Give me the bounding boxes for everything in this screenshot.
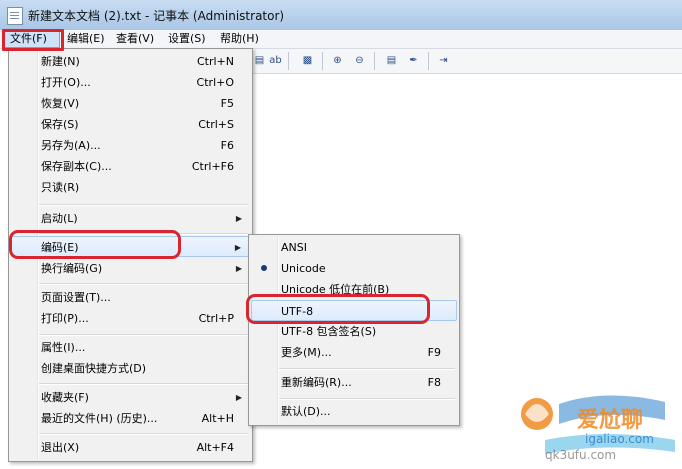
menu-item-shortcut: Alt+H [201,412,234,425]
zoom-out-icon[interactable]: ⊖ [352,53,367,68]
notepad-icon [7,7,23,25]
encoding-reencode[interactable]: 重新编码(R)... F8 [251,372,457,393]
exit-icon[interactable]: ⇥ [436,53,451,68]
menu-item-shortcut: Ctrl+F6 [191,160,234,173]
insert-icon[interactable]: ▩ [300,53,315,68]
menu-item-label: UTF-8 包含签名(S) [281,325,377,338]
menu-bar: 文件(F) 编辑(E) 查看(V) 设置(S) 帮助(H) [0,30,682,49]
menu-item-properties[interactable]: 属性(I)... [11,337,250,358]
encoding-more[interactable]: 更多(M)... F9 [251,342,457,363]
menu-item-line-ending[interactable]: 换行编码(G) ▶ [11,258,250,279]
submenu-arrow-icon: ▶ [235,264,242,273]
menu-item-launch[interactable]: 启动(L) ▶ [11,208,250,229]
submenu-arrow-icon: ▶ [235,214,242,223]
menu-item-label: 另存为(A)... [41,139,101,152]
submenu-arrow-icon: ▶ [234,243,241,252]
menu-item-print[interactable]: 打印(P)... Ctrl+P [11,308,250,329]
menu-item-read-only[interactable]: 只读(R) [11,177,250,198]
menu-separator [39,283,248,285]
menu-item-shortcut: Alt+F4 [196,441,234,454]
menu-view[interactable]: 查看(V) [111,30,159,48]
menu-item-new[interactable]: 新建(N) Ctrl+N [11,51,250,72]
pen-icon[interactable]: ✒ [406,53,421,68]
menu-item-label: 收藏夹(F) [41,391,89,404]
radio-selected-icon [261,265,267,271]
view-icon[interactable]: ▤ [384,53,399,68]
menu-item-save-as[interactable]: 另存为(A)... F6 [11,135,250,156]
menu-item-shortcut: F9 [427,346,441,359]
zoom-in-icon[interactable]: ⊕ [330,53,345,68]
menu-item-recent-files[interactable]: 最近的文件(H) (历史)... Alt+H [11,408,250,429]
menu-item-label: 换行编码(G) [41,262,103,275]
menu-settings[interactable]: 设置(S) [163,30,211,48]
watermark: 爱尬聊 igaliao.com qk3ufu.com [515,380,682,466]
annotation-ring-encoding [9,230,181,259]
encoding-utf8-bom[interactable]: UTF-8 包含签名(S) [251,321,457,342]
menu-item-shortcut: F6 [220,139,234,152]
submenu-arrow-icon: ▶ [235,393,242,402]
window-title: 新建文本文档 (2).txt - 记事本 (Administrator) [28,9,285,23]
menu-item-shortcut: Ctrl+O [196,76,234,89]
annotation-ring-file-menu [2,29,64,51]
menu-item-revert[interactable]: 恢复(V) F5 [11,93,250,114]
menu-item-label: 恢复(V) [41,97,80,110]
menu-item-label: 更多(M)... [281,346,332,359]
watermark-text-2: igaliao.com [585,432,654,446]
menu-help[interactable]: 帮助(H) [215,30,264,48]
menu-item-label: 页面设置(T)... [41,291,111,304]
toolbar-separator [288,52,289,70]
menu-edit[interactable]: 编辑(E) [62,30,110,48]
menu-item-label: 只读(R) [41,181,80,194]
encoding-default[interactable]: 默认(D)... [251,401,457,422]
menu-item-label: 退出(X) [41,441,80,454]
menu-item-label: 保存(S) [41,118,79,131]
menu-item-favorites[interactable]: 收藏夹(F) ▶ [11,387,250,408]
menu-separator [39,334,248,336]
menu-separator [39,383,248,385]
spell-check-icon[interactable]: ab [268,53,283,68]
menu-item-exit[interactable]: 退出(X) Alt+F4 [11,437,250,458]
encoding-unicode[interactable]: Unicode [251,258,457,279]
annotation-ring-utf8 [246,294,430,324]
toolbar-separator [322,52,323,70]
menu-item-open[interactable]: 打开(O)... Ctrl+O [11,72,250,93]
menu-item-label: 打印(P)... [41,312,89,325]
menu-separator [279,368,455,370]
menu-item-label: 最近的文件(H) (历史)... [41,412,158,425]
menu-item-label: 新建(N) [41,55,80,68]
menu-item-label: Unicode [281,262,326,275]
menu-item-save[interactable]: 保存(S) Ctrl+S [11,114,250,135]
menu-item-label: 打开(O)... [41,76,91,89]
menu-item-label: 启动(L) [41,212,78,225]
toolbar-separator [428,52,429,70]
menu-item-label: 属性(I)... [41,341,86,354]
menu-item-shortcut: Ctrl+P [198,312,234,325]
menu-item-shortcut: F8 [427,376,441,389]
watermark-text-3: qk3ufu.com [545,448,617,462]
menu-item-label: 默认(D)... [281,405,331,418]
menu-item-shortcut: F5 [220,97,234,110]
menu-separator [39,433,248,435]
encoding-ansi[interactable]: ANSI [251,237,457,258]
menu-item-label: 创建桌面快捷方式(D) [41,362,147,375]
menu-item-save-copy[interactable]: 保存副本(C)... Ctrl+F6 [11,156,250,177]
menu-separator [39,204,248,206]
menu-item-page-setup[interactable]: 页面设置(T)... [11,287,250,308]
watermark-text-1: 爱尬聊 [577,408,644,433]
title-bar: 新建文本文档 (2).txt - 记事本 (Administrator) [0,0,682,31]
menu-item-label: 重新编码(R)... [281,376,352,389]
menu-item-label: ANSI [281,241,307,254]
encoding-submenu: ANSI Unicode Unicode 低位在前(B) UTF-8 UTF-8… [248,234,460,426]
menu-item-shortcut: Ctrl+S [198,118,234,131]
toolbar-separator [374,52,375,70]
menu-item-shortcut: Ctrl+N [196,55,234,68]
menu-item-create-shortcut[interactable]: 创建桌面快捷方式(D) [11,358,250,379]
toolbar: ▤ ab ▩ ⊕ ⊖ ▤ ✒ ⇥ [250,49,682,74]
find-replace-icon[interactable]: ▤ [252,53,267,68]
menu-separator [279,398,455,400]
menu-item-label: 保存副本(C)... [41,160,112,173]
